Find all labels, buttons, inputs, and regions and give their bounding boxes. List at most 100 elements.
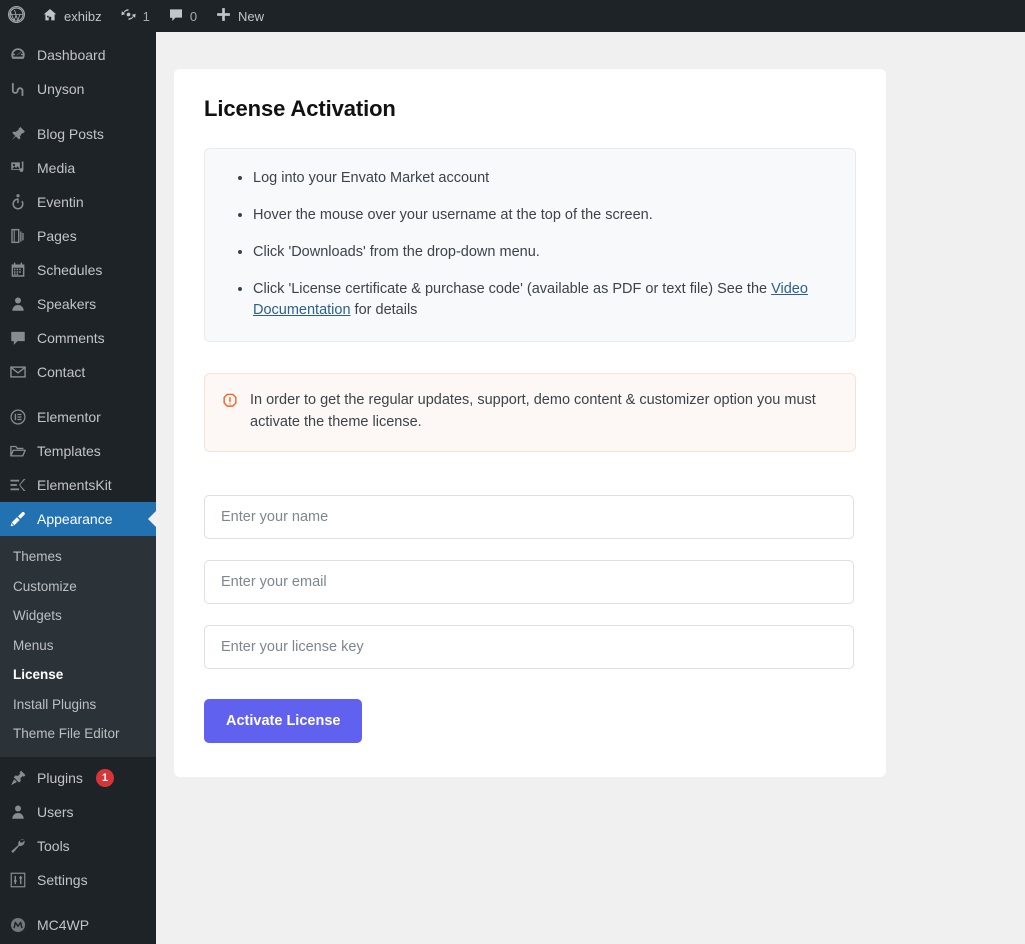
license-activation-card: License Activation Log into your Envato … — [174, 69, 886, 777]
instruction-item: Click 'License certificate & purchase co… — [253, 279, 829, 321]
sidebar-item-appearance[interactable]: Appearance — [0, 502, 156, 536]
instruction-item: Log into your Envato Market account — [253, 168, 829, 189]
sidebar-item-plugins[interactable]: Plugins 1 — [0, 761, 156, 795]
submenu-item-install-plugins[interactable]: Install Plugins — [0, 690, 156, 720]
elementor-icon — [8, 407, 28, 427]
instruction-item: Hover the mouse over your username at th… — [253, 205, 829, 226]
user-icon — [8, 802, 28, 822]
site-name-label: exhibz — [64, 8, 102, 24]
sidebar-item-schedules[interactable]: Schedules — [0, 253, 156, 287]
pin-icon — [8, 124, 28, 144]
submenu-item-theme-file-editor[interactable]: Theme File Editor — [0, 719, 156, 749]
instruction-text-after: for details — [350, 302, 418, 319]
sliders-icon — [8, 870, 28, 890]
unyson-icon — [8, 79, 28, 99]
sidebar-item-pages[interactable]: Pages — [0, 219, 156, 253]
instruction-text-before: Click 'License certificate & purchase co… — [253, 281, 772, 298]
new-content-button[interactable]: New — [206, 0, 273, 32]
main-content: License Activation Log into your Envato … — [156, 32, 1025, 944]
envelope-icon — [8, 362, 28, 382]
sidebar-item-label: Elementor — [37, 409, 101, 425]
email-input[interactable] — [204, 559, 854, 604]
warning-hexagon-icon — [221, 392, 239, 415]
name-input[interactable] — [204, 494, 854, 539]
dashboard-icon — [8, 45, 28, 65]
sidebar-item-mc4wp[interactable]: MC4WP — [0, 908, 156, 942]
submenu-item-menus[interactable]: Menus — [0, 631, 156, 661]
new-content-label: New — [238, 8, 265, 24]
sidebar-item-eventin[interactable]: Eventin — [0, 185, 156, 219]
appearance-submenu: Themes Customize Widgets Menus License I… — [0, 536, 156, 757]
calendar-icon — [8, 260, 28, 280]
sidebar-item-label: Appearance — [37, 511, 113, 527]
sidebar-item-label: Eventin — [37, 194, 84, 210]
comments-button[interactable]: 0 — [159, 0, 206, 32]
instruction-item: Click 'Downloads' from the drop-down men… — [253, 242, 829, 263]
menu-separator — [0, 897, 156, 908]
sidebar-item-label: Tools — [37, 837, 70, 854]
sidebar-item-templates[interactable]: Templates — [0, 434, 156, 468]
plug-icon — [8, 768, 28, 788]
sidebar-item-contact[interactable]: Contact — [0, 355, 156, 389]
activate-license-button[interactable]: Activate License — [204, 698, 363, 743]
sidebar-item-label: Settings — [37, 871, 88, 888]
submenu-item-license[interactable]: License — [0, 660, 156, 690]
sidebar-item-media[interactable]: Media — [0, 151, 156, 185]
comment-bubble-icon — [8, 328, 28, 348]
updates-button[interactable]: 1 — [111, 0, 159, 32]
updates-count: 1 — [142, 8, 150, 24]
comments-count: 0 — [189, 8, 198, 24]
submenu-item-customize[interactable]: Customize — [0, 572, 156, 602]
folder-icon — [8, 441, 28, 461]
menu-separator — [0, 106, 156, 117]
sidebar-item-label: Unyson — [37, 81, 85, 97]
instructions-box: Log into your Envato Market account Hove… — [204, 148, 856, 343]
sidebar-item-label: Media — [37, 160, 76, 176]
site-name-button[interactable]: exhibz — [33, 0, 111, 32]
license-key-input[interactable] — [204, 624, 854, 669]
media-icon — [8, 158, 28, 178]
paintbrush-icon — [8, 509, 28, 529]
menu-separator — [0, 389, 156, 400]
admin-bar: exhibz 1 0 New — [0, 0, 1025, 32]
sidebar-item-label: Speakers — [37, 296, 97, 312]
sidebar-item-label: MC4WP — [37, 916, 90, 933]
sidebar-item-tools[interactable]: Tools — [0, 829, 156, 863]
page-title: License Activation — [204, 96, 396, 121]
sidebar-item-users[interactable]: Users — [0, 795, 156, 829]
sidebar-item-label: Dashboard — [37, 47, 106, 63]
submenu-item-widgets[interactable]: Widgets — [0, 601, 156, 631]
mc4wp-icon — [8, 915, 28, 935]
sidebar-item-comments[interactable]: Comments — [0, 321, 156, 355]
updates-icon — [120, 6, 137, 26]
wordpress-logo-button[interactable] — [0, 0, 33, 32]
sidebar-item-elementskit[interactable]: ElementsKit — [0, 468, 156, 502]
sidebar-item-label: ElementsKit — [37, 477, 112, 493]
elementskit-icon — [8, 475, 28, 495]
user-icon — [8, 294, 28, 314]
instructions-list: Log into your Envato Market account Hove… — [231, 168, 829, 321]
license-activation-form: Activate License — [204, 494, 856, 743]
home-icon — [42, 7, 58, 26]
sidebar-item-label: Users — [37, 803, 74, 820]
sidebar-item-label: Plugins — [37, 769, 83, 786]
sidebar-item-blog-posts[interactable]: Blog Posts — [0, 117, 156, 151]
sidebar-item-label: Schedules — [37, 262, 103, 278]
sidebar-item-label: Blog Posts — [37, 126, 104, 142]
admin-sidebar-menu: Dashboard Unyson Blog Posts Media Eventi… — [0, 32, 156, 944]
sidebar-item-speakers[interactable]: Speakers — [0, 287, 156, 321]
sidebar-item-settings[interactable]: Settings — [0, 863, 156, 897]
wordpress-logo-icon — [7, 5, 26, 27]
notice-text: In order to get the regular updates, sup… — [250, 392, 816, 430]
sidebar-item-label: Templates — [37, 443, 101, 459]
sidebar-item-dashboard[interactable]: Dashboard — [0, 38, 156, 72]
wrench-icon — [8, 836, 28, 856]
plus-icon — [215, 6, 232, 26]
submenu-item-themes[interactable]: Themes — [0, 542, 156, 572]
pages-icon — [8, 226, 28, 246]
comment-bubble-icon — [168, 7, 184, 26]
sidebar-item-unyson[interactable]: Unyson — [0, 72, 156, 106]
sidebar-item-label: Comments — [37, 330, 105, 346]
eventin-icon — [8, 192, 28, 212]
sidebar-item-elementor[interactable]: Elementor — [0, 400, 156, 434]
